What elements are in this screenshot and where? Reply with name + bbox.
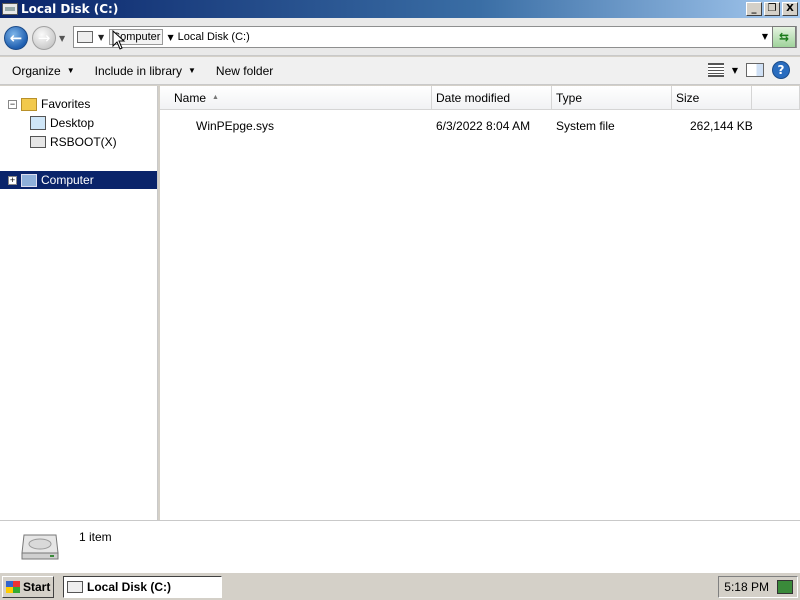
chevron-down-icon[interactable]: ▼: [732, 66, 738, 75]
nav-label-computer: Computer: [41, 173, 94, 187]
file-size: 262,144 KB: [690, 119, 753, 133]
include-in-library-button[interactable]: Include in library ▼: [91, 64, 200, 78]
title-bar[interactable]: Local Disk (C:) _ ❐ X: [0, 0, 800, 18]
organize-button[interactable]: Organize ▼: [8, 64, 79, 78]
hard-disk-icon: [21, 534, 59, 560]
computer-icon: [21, 173, 37, 187]
restore-button[interactable]: ❐: [764, 2, 780, 16]
desktop-icon: [30, 116, 46, 130]
address-bar[interactable]: ▼ Computer ▼ Local Disk (C:) ▼ ⇆: [73, 26, 797, 48]
clock[interactable]: 5:18 PM: [724, 580, 769, 594]
column-label-name: Name: [174, 90, 207, 105]
computer-icon: [77, 31, 93, 43]
back-button[interactable]: ←: [4, 26, 28, 50]
item-count: 1 item: [79, 530, 112, 544]
collapse-icon[interactable]: −: [8, 99, 17, 109]
column-label-date-modified: Date modified: [436, 90, 511, 105]
nav-item-desktop[interactable]: Desktop: [30, 114, 94, 132]
nav-label-desktop: Desktop: [50, 116, 95, 130]
window-title: Local Disk (C:): [21, 2, 119, 16]
expand-icon[interactable]: +: [8, 175, 17, 185]
sort-ascending-icon: ▲: [212, 94, 219, 101]
organize-label: Organize: [12, 63, 61, 78]
nav-label-rsboot: RSBOOT(X): [50, 135, 117, 149]
table-row[interactable]: WinPEpge.sys 6/3/2022 8:04 AM System fil…: [160, 117, 800, 135]
nav-label-favorites: Favorites: [41, 97, 91, 111]
views-icon[interactable]: [707, 63, 724, 77]
column-header-type[interactable]: Type: [552, 86, 672, 110]
column-header-date-modified[interactable]: Date modified: [432, 86, 552, 110]
address-dropdown-icon[interactable]: ▼: [762, 32, 768, 41]
back-arrow-icon: ←: [9, 29, 23, 47]
chevron-down-icon[interactable]: ▼: [167, 33, 173, 42]
mouse-cursor-icon: [112, 30, 126, 50]
file-date-modified: 6/3/2022 8:04 AM: [436, 119, 531, 133]
toolbar-right: ▼ ?: [707, 61, 790, 79]
nav-item-rsboot[interactable]: RSBOOT(X): [30, 133, 117, 151]
chevron-down-icon: ▼: [66, 66, 75, 75]
details-pane: 1 item: [0, 520, 800, 572]
refresh-button[interactable]: ⇆: [772, 26, 796, 48]
favorites-icon: [21, 97, 37, 111]
new-folder-button[interactable]: New folder: [212, 64, 277, 78]
new-folder-label: New folder: [215, 63, 274, 78]
column-header-size[interactable]: Size: [672, 86, 752, 110]
include-in-library-label: Include in library: [94, 63, 182, 78]
file-list[interactable]: Name ▲ Date modified Type Size WinPEpge.…: [160, 86, 800, 520]
help-icon[interactable]: ?: [772, 61, 790, 79]
taskbar-item-local-disk[interactable]: Local Disk (C:): [63, 576, 222, 598]
drive-icon: [67, 581, 83, 593]
window-controls: _ ❐ X: [746, 2, 798, 16]
preview-pane-icon[interactable]: [746, 63, 764, 77]
network-icon[interactable]: [777, 580, 793, 594]
chevron-down-icon[interactable]: ▼: [98, 33, 104, 42]
drive-icon: [30, 136, 46, 148]
column-header-filler: [752, 86, 800, 110]
nav-item-favorites[interactable]: − Favorites: [8, 95, 90, 113]
recent-pages-dropdown[interactable]: ▼: [59, 34, 65, 43]
taskbar-item-label: Local Disk (C:): [87, 580, 172, 594]
forward-arrow-icon: →: [37, 29, 51, 47]
column-label-size: Size: [676, 90, 700, 105]
close-button[interactable]: X: [782, 2, 798, 16]
column-header-name[interactable]: Name ▲: [160, 86, 432, 110]
command-bar: Organize ▼ Include in library ▼ New folder…: [0, 57, 800, 85]
file-name: WinPEpge.sys: [196, 119, 275, 133]
forward-button[interactable]: →: [32, 26, 56, 50]
start-button[interactable]: Start: [2, 576, 54, 598]
file-type: System file: [556, 119, 615, 133]
column-label-type: Type: [556, 90, 583, 105]
taskbar: Start Local Disk (C:) 5:18 PM: [0, 572, 800, 600]
chevron-down-icon: ▼: [188, 66, 196, 75]
refresh-icon: ⇆: [778, 30, 790, 44]
drive-icon: [2, 3, 18, 15]
start-label: Start: [23, 580, 51, 594]
windows-logo-icon: [6, 581, 20, 593]
navigation-pane[interactable]: − Favorites Desktop RSBOOT(X) + Computer: [0, 86, 158, 520]
breadcrumb-local-disk[interactable]: Local Disk (C:): [178, 31, 250, 43]
nav-item-computer[interactable]: + Computer: [0, 171, 157, 189]
system-tray: 5:18 PM: [718, 576, 798, 598]
minimize-button[interactable]: _: [746, 2, 762, 16]
